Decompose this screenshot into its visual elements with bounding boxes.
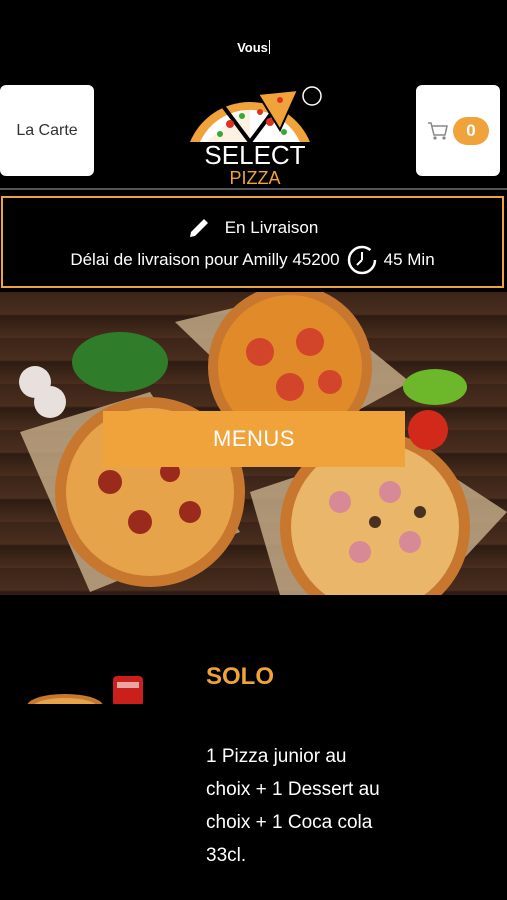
cart-count-badge: 0 <box>453 116 489 145</box>
pizza-and-can-thumbnail <box>27 676 143 704</box>
delivery-info-box[interactable]: En Livraison Délai de livraison pour Ami… <box>1 196 504 288</box>
la-carte-button[interactable]: La Carte <box>0 85 94 176</box>
text-caret <box>268 40 270 54</box>
la-carte-label: La Carte <box>16 121 78 139</box>
select-pizza-logo: SELECT PIZZA <box>190 86 322 188</box>
menus-button[interactable]: MENUS <box>103 411 405 467</box>
delivery-mode-label: En Livraison <box>224 218 319 237</box>
offer-title[interactable]: SOLO <box>206 663 274 691</box>
logo-text-pizza: PIZZA <box>229 168 280 188</box>
pencil-icon[interactable] <box>187 216 211 240</box>
status-label: Vous <box>237 40 268 55</box>
clock-icon <box>347 245 376 275</box>
delivery-delay-text: Délai de livraison pour Amilly 45200 <box>70 250 340 269</box>
shopping-cart-icon <box>428 121 448 140</box>
logo-text-select: SELECT <box>204 140 305 170</box>
header-divider <box>0 188 507 190</box>
solo-offer-image <box>25 670 150 704</box>
status-bar-text: Vous <box>0 40 507 55</box>
offer-description: 1 Pizza junior au choix + 1 Dessert au c… <box>206 746 380 866</box>
delivery-duration: 45 Min <box>383 250 435 269</box>
cart-button[interactable]: 0 <box>416 85 500 176</box>
